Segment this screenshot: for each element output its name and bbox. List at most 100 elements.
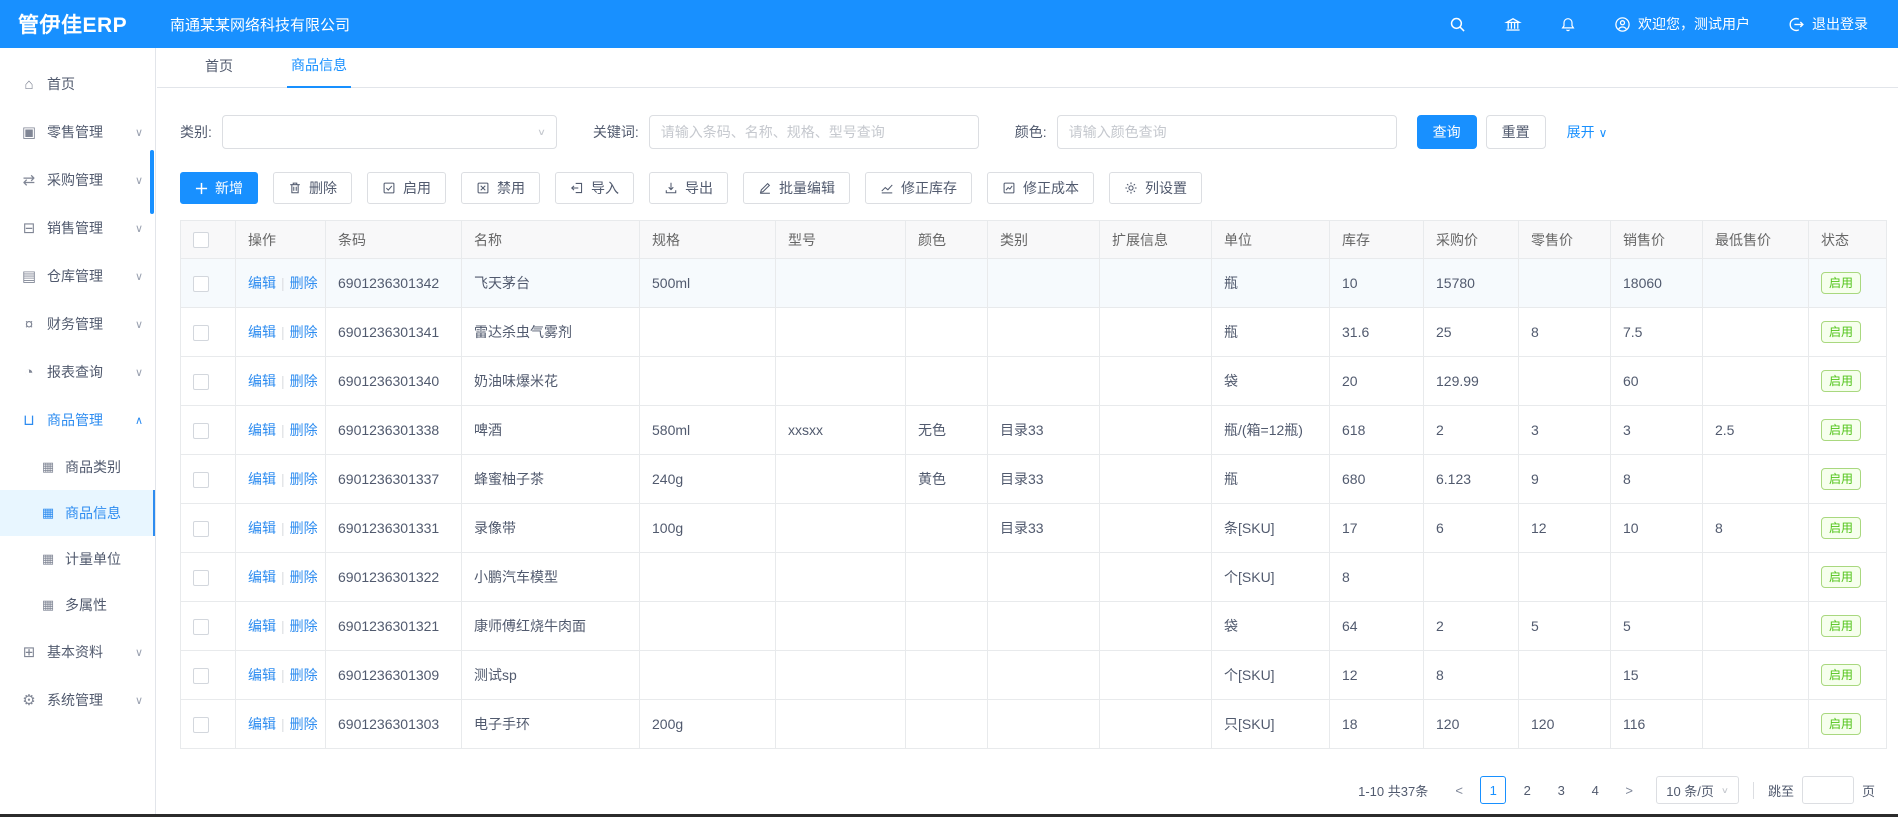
- sidebar-item-报表查询[interactable]: ◔报表查询∨: [0, 348, 155, 396]
- category-select[interactable]: ∨: [222, 115, 557, 149]
- page-numbers: 1234: [1480, 776, 1608, 804]
- row-checkbox[interactable]: [193, 423, 209, 439]
- delete-link[interactable]: 删除: [290, 422, 318, 438]
- row-checkbox[interactable]: [193, 325, 209, 341]
- reset-button[interactable]: 重置: [1486, 115, 1546, 149]
- edit-link[interactable]: 编辑: [248, 667, 276, 683]
- delete-button[interactable]: 删除: [273, 172, 352, 204]
- delete-link[interactable]: 删除: [290, 275, 318, 291]
- chart-square-icon: [1002, 181, 1016, 195]
- page-button-4[interactable]: 4: [1582, 776, 1608, 804]
- chevron-down-icon: ∨: [135, 126, 143, 139]
- cell-规格: [640, 602, 776, 651]
- bank-icon[interactable]: [1504, 16, 1522, 33]
- next-page-button[interactable]: >: [1616, 776, 1642, 804]
- adjust-cost-button[interactable]: 修正成本: [987, 172, 1094, 204]
- row-checkbox[interactable]: [193, 619, 209, 635]
- import-button[interactable]: 导入: [555, 172, 634, 204]
- export-icon: [664, 181, 678, 195]
- delete-link[interactable]: 删除: [290, 667, 318, 683]
- delete-link[interactable]: 删除: [290, 373, 318, 389]
- edit-link[interactable]: 编辑: [248, 324, 276, 340]
- tab-商品信息[interactable]: 商品信息: [287, 55, 351, 88]
- page-button-3[interactable]: 3: [1548, 776, 1574, 804]
- edit-link[interactable]: 编辑: [248, 716, 276, 732]
- sidebar-item-多属性[interactable]: ▦多属性: [0, 582, 155, 628]
- chevron-down-icon: ∨: [135, 318, 143, 331]
- row-checkbox[interactable]: [193, 521, 209, 537]
- page-size-select[interactable]: 10 条/页 ∨: [1656, 776, 1739, 804]
- expand-link[interactable]: 展开 ∨: [1567, 122, 1608, 142]
- chevron-down-icon: ∨: [135, 366, 143, 379]
- row-checkbox[interactable]: [193, 276, 209, 292]
- page-button-2[interactable]: 2: [1514, 776, 1540, 804]
- row-checkbox[interactable]: [193, 472, 209, 488]
- page-button-1[interactable]: 1: [1480, 776, 1506, 804]
- scrollbar-thumb[interactable]: [150, 150, 154, 214]
- batch-edit-button[interactable]: 批量编辑: [743, 172, 850, 204]
- delete-link[interactable]: 删除: [290, 471, 318, 487]
- tab-首页[interactable]: 首页: [201, 56, 237, 87]
- row-checkbox[interactable]: [193, 374, 209, 390]
- finance-icon: ¤: [20, 316, 38, 333]
- delete-link[interactable]: 删除: [290, 569, 318, 585]
- sidebar-item-零售管理[interactable]: ▣零售管理∨: [0, 108, 155, 156]
- logout-button[interactable]: 退出登录: [1788, 14, 1868, 34]
- edit-link[interactable]: 编辑: [248, 471, 276, 487]
- color-input[interactable]: [1057, 115, 1397, 149]
- sidebar-item-商品类别[interactable]: ▦商品类别: [0, 444, 155, 490]
- row-checkbox[interactable]: [193, 668, 209, 684]
- disable-button[interactable]: 禁用: [461, 172, 540, 204]
- chevron-down-icon: ∨: [537, 127, 546, 138]
- sidebar-item-商品管理[interactable]: ⊔商品管理∧: [0, 396, 155, 444]
- export-button[interactable]: 导出: [649, 172, 728, 204]
- cell-单位: 袋: [1212, 602, 1330, 651]
- status-badge: 启用: [1821, 321, 1861, 343]
- row-select-cell: [181, 553, 236, 602]
- search-button[interactable]: 查询: [1417, 115, 1477, 149]
- adjust-stock-button[interactable]: 修正库存: [865, 172, 972, 204]
- keyword-input[interactable]: [649, 115, 979, 149]
- sidebar-item-财务管理[interactable]: ¤财务管理∨: [0, 300, 155, 348]
- sidebar-item-首页[interactable]: ⌂首页: [0, 60, 155, 108]
- prev-page-button[interactable]: <: [1446, 776, 1472, 804]
- edit-link[interactable]: 编辑: [248, 618, 276, 634]
- edit-link[interactable]: 编辑: [248, 569, 276, 585]
- sidebar-item-计量单位[interactable]: ▦计量单位: [0, 536, 155, 582]
- cell-颜色: [906, 504, 988, 553]
- cell-零售价: 12: [1519, 504, 1611, 553]
- column-settings-button[interactable]: 列设置: [1109, 172, 1202, 204]
- jump-page-input[interactable]: [1802, 776, 1854, 804]
- cell-销售价: 18060: [1611, 259, 1703, 308]
- delete-link[interactable]: 删除: [290, 324, 318, 340]
- user-welcome[interactable]: 欢迎您，测试用户: [1614, 14, 1750, 34]
- enable-button[interactable]: 启用: [367, 172, 446, 204]
- status-badge: 启用: [1821, 419, 1861, 441]
- bell-icon[interactable]: [1560, 16, 1576, 33]
- search-icon[interactable]: [1449, 16, 1466, 33]
- sidebar-item-采购管理[interactable]: ⇄采购管理∨: [0, 156, 155, 204]
- row-checkbox[interactable]: [193, 717, 209, 733]
- sidebar-item-商品信息[interactable]: ▦商品信息: [0, 490, 155, 536]
- add-button[interactable]: 新增: [180, 172, 258, 204]
- edit-link[interactable]: 编辑: [248, 422, 276, 438]
- sidebar-item-基本资料[interactable]: ⊞基本资料∨: [0, 628, 155, 676]
- trend-icon: [880, 181, 894, 195]
- edit-link[interactable]: 编辑: [248, 275, 276, 291]
- delete-link[interactable]: 删除: [290, 520, 318, 536]
- cell-规格: 580ml: [640, 406, 776, 455]
- delete-link[interactable]: 删除: [290, 716, 318, 732]
- cell-型号: [776, 700, 906, 749]
- product-table-wrap: 操作条码名称规格型号颜色类别扩展信息单位库存采购价零售价销售价最低售价状态编辑|…: [180, 220, 1875, 749]
- edit-link[interactable]: 编辑: [248, 520, 276, 536]
- cell-销售价: 60: [1611, 357, 1703, 406]
- edit-link[interactable]: 编辑: [248, 373, 276, 389]
- sidebar-item-仓库管理[interactable]: ▤仓库管理∨: [0, 252, 155, 300]
- sidebar-item-系统管理[interactable]: ⚙系统管理∨: [0, 676, 155, 724]
- select-all-checkbox[interactable]: [193, 232, 209, 248]
- delete-link[interactable]: 删除: [290, 618, 318, 634]
- sidebar-item-销售管理[interactable]: ⊟销售管理∨: [0, 204, 155, 252]
- cell-型号: [776, 651, 906, 700]
- row-checkbox[interactable]: [193, 570, 209, 586]
- x-square-icon: [476, 181, 490, 195]
